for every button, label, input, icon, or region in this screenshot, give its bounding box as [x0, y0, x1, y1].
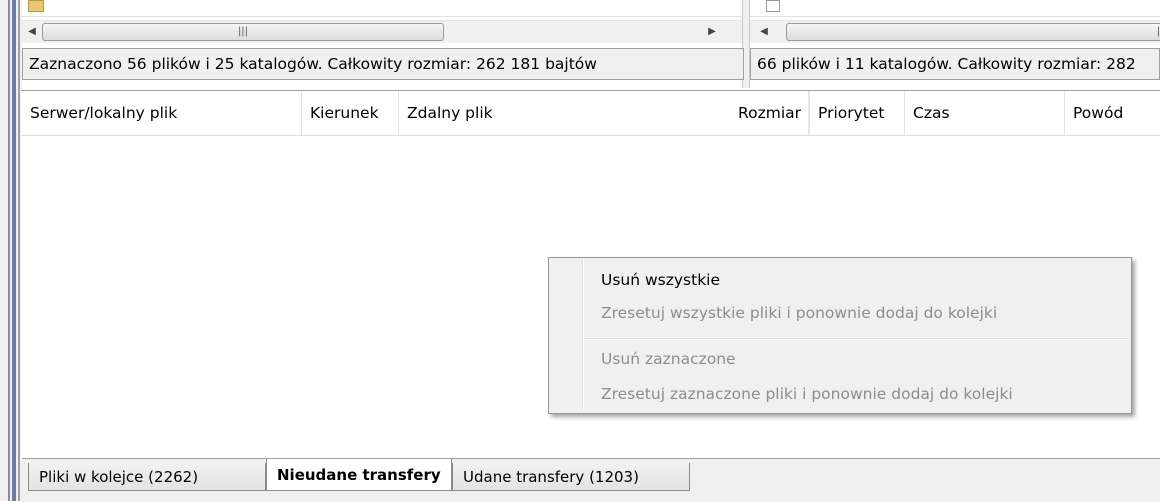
- scrollbar-grip-icon: |||: [237, 26, 249, 37]
- queue-tab-bar: Pliki w kolejce (2262) Nieudane transfer…: [22, 458, 1160, 502]
- scroll-left-arrow-icon[interactable]: ◀: [756, 24, 772, 40]
- queue-column-header: Serwer/lokalny plik Kierunek Zdalny plik…: [22, 91, 1160, 136]
- scroll-right-arrow-icon[interactable]: ▶: [704, 24, 720, 40]
- menu-item-remove-selected[interactable]: Usuń zaznaczone: [601, 345, 736, 373]
- column-priority[interactable]: Priorytet: [810, 91, 905, 135]
- scrollbar-thumb[interactable]: |||: [42, 23, 444, 41]
- menu-icon-gutter: [582, 260, 584, 410]
- column-reason[interactable]: Powód: [1065, 91, 1160, 135]
- remote-horizontal-scrollbar[interactable]: ◀ |||: [750, 20, 1160, 43]
- column-time[interactable]: Czas: [905, 91, 1065, 135]
- tab-successful-transfers[interactable]: Udane transfery (1203): [452, 463, 690, 491]
- column-server-local-file[interactable]: Serwer/lokalny plik: [22, 91, 302, 135]
- window-frame-left: [0, 0, 22, 501]
- folder-icon: [28, 0, 44, 12]
- tab-queued-files[interactable]: Pliki w kolejce (2262): [28, 463, 266, 491]
- menu-item-reset-selected-requeue[interactable]: Zresetuj zaznaczone pliki i ponownie dod…: [601, 380, 1013, 408]
- scrollbar-grip-icon: |||: [1156, 26, 1160, 37]
- scrollbar-thumb[interactable]: |||: [786, 23, 1160, 41]
- column-size[interactable]: Rozmiar: [722, 91, 810, 135]
- context-menu: Usuń wszystkie Zresetuj wszystkie pliki …: [548, 257, 1132, 414]
- tab-failed-transfers[interactable]: Nieudane transfery: [266, 459, 452, 491]
- menu-separator: [585, 338, 1128, 340]
- remote-file-list[interactable]: [750, 0, 1160, 17]
- menu-item-reset-all-requeue[interactable]: Zresetuj wszystkie pliki i ponownie doda…: [601, 299, 997, 327]
- remote-status-bar: 66 plików i 11 katalogów. Całkowity rozm…: [750, 48, 1160, 80]
- scroll-left-arrow-icon[interactable]: ◀: [24, 24, 40, 40]
- file-icon: [766, 0, 780, 12]
- local-horizontal-scrollbar[interactable]: ◀ ||| ▶: [22, 20, 742, 43]
- column-direction[interactable]: Kierunek: [302, 91, 399, 135]
- local-file-list[interactable]: [22, 0, 742, 17]
- local-status-bar: Zaznaczono 56 plików i 25 katalogów. Cał…: [22, 48, 744, 80]
- menu-item-remove-all[interactable]: Usuń wszystkie: [601, 266, 720, 294]
